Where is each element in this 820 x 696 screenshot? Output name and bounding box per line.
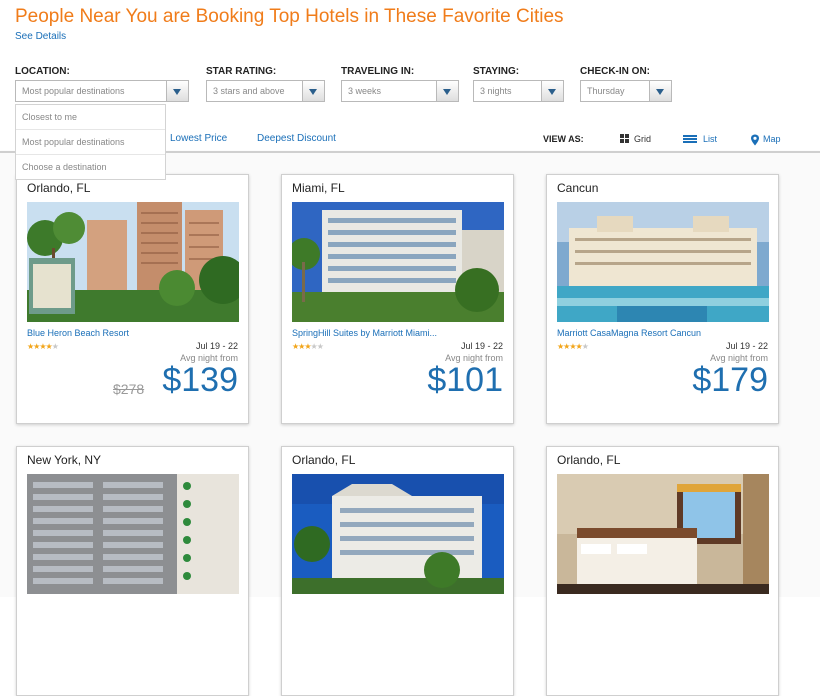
view-as-label: VIEW AS: [543, 134, 584, 144]
hotel-card[interactable]: Orlando, FL [546, 446, 779, 696]
chevron-down-icon[interactable] [649, 81, 671, 101]
hotel-photo[interactable] [27, 474, 239, 594]
location-option-closest[interactable]: Closest to me [16, 105, 165, 130]
hotel-card[interactable]: New York, NY [16, 446, 249, 696]
stay-dates: Jul 19 - 22 [725, 341, 768, 351]
price[interactable]: $101 [427, 361, 503, 400]
chevron-down-icon[interactable] [436, 81, 458, 101]
staying-label: STAYING: [473, 66, 520, 77]
card-city: Miami, FL [292, 181, 345, 195]
hotel-photo[interactable] [557, 202, 769, 322]
hotel-photo[interactable] [292, 202, 504, 322]
location-label: LOCATION: [15, 66, 70, 77]
hotel-card[interactable]: Cancun Marriott CasaMagna Resort Cancun … [546, 174, 779, 424]
hotel-photo[interactable] [557, 474, 769, 594]
hotel-photo[interactable] [27, 202, 239, 322]
view-list-option[interactable]: List [703, 134, 717, 144]
map-pin-icon[interactable] [749, 133, 761, 146]
star-rating-select[interactable]: 3 stars and above [206, 80, 325, 102]
star-rating: ★★★★★ [557, 342, 589, 351]
traveling-in-select[interactable]: 3 weeks [341, 80, 459, 102]
hotel-name-link[interactable]: SpringHill Suites by Marriott Miami... [292, 328, 437, 338]
chevron-down-icon[interactable] [302, 81, 324, 101]
location-dropdown-menu: Closest to me Most popular destinations … [15, 104, 166, 180]
card-city: Orlando, FL [292, 453, 356, 467]
traveling-in-select-value: 3 weeks [348, 86, 382, 96]
location-option-popular[interactable]: Most popular destinations [16, 130, 165, 155]
sort-lowest-price-link[interactable]: Lowest Price [170, 133, 227, 144]
chevron-down-icon[interactable] [166, 81, 188, 101]
staying-select-value: 3 nights [480, 86, 512, 96]
check-in-label: CHECK-IN ON: [580, 66, 650, 77]
card-city: Orlando, FL [557, 453, 621, 467]
stay-dates: Jul 19 - 22 [460, 341, 503, 351]
star-rating: ★★★★★ [27, 342, 59, 351]
card-city: New York, NY [27, 453, 102, 467]
location-select-value: Most popular destinations [22, 86, 125, 96]
star-rating-select-value: 3 stars and above [213, 86, 285, 96]
hotel-card[interactable]: Orlando, FL [281, 446, 514, 696]
card-city: Orlando, FL [27, 181, 91, 195]
hotel-card[interactable]: Orlando, FL Blue Heron Beach Resort ★★★★… [16, 174, 249, 424]
traveling-in-label: TRAVELING IN: [341, 66, 415, 77]
location-select[interactable]: Most popular destinations [15, 80, 189, 102]
sort-deepest-discount-link[interactable]: Deepest Discount [257, 133, 336, 144]
staying-select[interactable]: 3 nights [473, 80, 564, 102]
list-icon[interactable] [683, 135, 697, 144]
view-grid-option[interactable]: Grid [634, 134, 651, 144]
chevron-down-icon[interactable] [541, 81, 563, 101]
page-title: People Near You are Booking Top Hotels i… [15, 6, 564, 27]
location-option-choose[interactable]: Choose a destination [16, 155, 165, 179]
star-rating-label: STAR RATING: [206, 66, 277, 77]
star-rating: ★★★★★ [292, 342, 324, 351]
hotel-card[interactable]: Miami, FL SpringHill Suites by Marriott … [281, 174, 514, 424]
hotel-name-link[interactable]: Blue Heron Beach Resort [27, 328, 129, 338]
hotel-name-link[interactable]: Marriott CasaMagna Resort Cancun [557, 328, 701, 338]
check-in-select-value: Thursday [587, 86, 625, 96]
stay-dates: Jul 19 - 22 [195, 341, 238, 351]
view-map-option[interactable]: Map [763, 134, 781, 144]
price[interactable]: $179 [692, 361, 768, 400]
check-in-select[interactable]: Thursday [580, 80, 672, 102]
see-details-link[interactable]: See Details [15, 31, 66, 42]
grid-icon[interactable] [620, 134, 630, 144]
card-city: Cancun [557, 181, 599, 195]
hotel-photo[interactable] [292, 474, 504, 594]
original-price: $278 [113, 381, 145, 397]
price[interactable]: $139 [162, 361, 238, 400]
